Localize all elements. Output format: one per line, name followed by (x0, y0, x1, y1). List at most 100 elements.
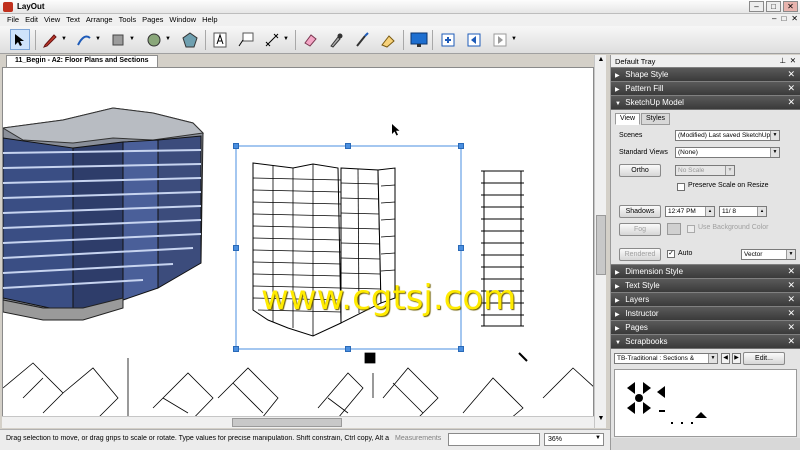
polygon-tool[interactable] (180, 29, 200, 50)
label-tool[interactable] (236, 29, 256, 50)
tab-view[interactable]: View (615, 113, 641, 125)
doc-restore-button[interactable]: □ (781, 14, 786, 23)
chevron-down-icon[interactable]: ▼ (283, 36, 289, 42)
auto-render-checkbox[interactable]: ✓ (667, 250, 675, 258)
presentation-tool[interactable] (409, 29, 429, 50)
fog-button[interactable]: Fog (619, 223, 661, 236)
previous-scrapbook-icon[interactable]: ◀ (721, 353, 730, 364)
menu-pages[interactable]: Pages (139, 14, 166, 26)
chevron-down-icon[interactable]: ▼ (129, 36, 135, 42)
split-tool[interactable] (352, 29, 372, 50)
time-field[interactable]: 12:47 PM ▴ (665, 206, 715, 217)
horizontal-scroll-thumb[interactable] (232, 418, 342, 427)
resize-handle-left[interactable] (233, 245, 239, 251)
menu-edit[interactable]: Edit (22, 14, 41, 26)
chevron-down-icon[interactable]: ▼ (595, 435, 601, 441)
tab-styles[interactable]: Styles (641, 113, 671, 125)
panel-close-icon[interactable]: ✕ (787, 308, 795, 319)
document-tab[interactable]: 11_Begin - A2: Floor Plans and Sections (6, 55, 158, 67)
doc-close-button[interactable]: ✕ (791, 14, 798, 23)
standard-views-select[interactable]: (None) ▼ (675, 147, 780, 158)
menu-text[interactable]: Text (63, 14, 83, 26)
rendered-button[interactable]: Rendered (619, 248, 661, 261)
edit-scrapbook-button[interactable]: Edit... (743, 352, 785, 365)
chevron-down-icon[interactable]: ▼ (165, 36, 171, 42)
minimize-button[interactable]: – (749, 1, 764, 12)
scenes-select[interactable]: (Modified) Last saved SketchUp ▼ (675, 130, 780, 141)
horizontal-scrollbar[interactable] (2, 416, 594, 428)
doc-minimize-button[interactable]: – (772, 14, 776, 23)
chevron-down-icon[interactable]: ▼ (770, 131, 779, 140)
panel-pattern-fill[interactable]: ▶ Pattern Fill ✕ (611, 81, 800, 95)
eyedropper-tool[interactable] (326, 29, 346, 50)
text-tool[interactable] (210, 29, 230, 50)
chevron-down-icon[interactable]: ▼ (61, 36, 67, 42)
panel-dimension-style[interactable]: ▶ Dimension Style ✕ (611, 264, 800, 278)
chevron-down-icon[interactable]: ▼ (786, 250, 795, 259)
tray-close-icon[interactable]: ✕ (790, 56, 796, 65)
select-tool[interactable] (10, 29, 30, 50)
chevron-down-icon[interactable]: ▼ (708, 354, 717, 363)
menu-help[interactable]: Help (199, 14, 220, 26)
vertical-scroll-thumb[interactable] (596, 215, 606, 275)
add-page-tool[interactable] (438, 29, 458, 50)
close-button[interactable]: ✕ (783, 1, 798, 12)
menu-window[interactable]: Window (166, 14, 199, 26)
arc-tool[interactable]: ▼ (74, 29, 101, 50)
resize-handle-top[interactable] (345, 143, 351, 149)
scroll-up-icon[interactable]: ▲ (596, 56, 606, 66)
panel-layers[interactable]: ▶ Layers ✕ (611, 292, 800, 306)
resize-handle-bottom[interactable] (345, 346, 351, 352)
menu-tools[interactable]: Tools (116, 14, 140, 26)
previous-page-tool[interactable] (464, 29, 484, 50)
resize-handle-top-left[interactable] (233, 143, 239, 149)
drawing-canvas[interactable]: www.cgtsj.com (2, 67, 594, 428)
measurements-input[interactable] (448, 433, 540, 446)
stepper-icon[interactable]: ▴ (705, 207, 714, 216)
scroll-down-icon[interactable]: ▼ (596, 415, 606, 425)
next-page-tool[interactable]: ▼ (490, 29, 517, 50)
ortho-button[interactable]: Ortho (619, 164, 661, 177)
resize-handle-top-right[interactable] (458, 143, 464, 149)
panel-text-style[interactable]: ▶ Text Style ✕ (611, 278, 800, 292)
panel-sketchup-model[interactable]: ▼ SketchUp Model ✕ (611, 95, 800, 109)
panel-close-icon[interactable]: ✕ (787, 336, 795, 347)
panel-close-icon[interactable]: ✕ (787, 294, 795, 305)
render-mode-select[interactable]: Vector ▼ (741, 249, 796, 260)
panel-instructor[interactable]: ▶ Instructor ✕ (611, 306, 800, 320)
menu-view[interactable]: View (41, 14, 63, 26)
stepper-icon[interactable]: ▴ (757, 207, 766, 216)
shadows-button[interactable]: Shadows (619, 205, 661, 218)
panel-close-icon[interactable]: ✕ (787, 97, 795, 108)
dimension-tool[interactable]: ▼ (262, 29, 289, 50)
panel-shape-style[interactable]: ▶ Shape Style ✕ (611, 67, 800, 81)
menu-file[interactable]: File (4, 14, 22, 26)
preserve-scale-checkbox[interactable] (677, 183, 685, 191)
join-tool[interactable] (378, 29, 398, 50)
pencil-tool[interactable]: ▼ (40, 29, 67, 50)
panel-close-icon[interactable]: ✕ (787, 280, 795, 291)
zoom-select[interactable]: 36% ▼ (544, 433, 604, 446)
next-scrapbook-icon[interactable]: ▶ (732, 353, 741, 364)
scrapbook-preview[interactable] (614, 369, 797, 437)
eraser-tool[interactable] (300, 29, 320, 50)
resize-handle-bottom-left[interactable] (233, 346, 239, 352)
pin-icon[interactable]: ⊥ (779, 56, 786, 65)
panel-scrapbooks[interactable]: ▼ Scrapbooks ✕ (611, 334, 800, 348)
vertical-scrollbar[interactable]: ▲ ▼ (594, 55, 606, 428)
resize-handle-bottom-right[interactable] (458, 346, 464, 352)
panel-close-icon[interactable]: ✕ (787, 322, 795, 333)
panel-pages[interactable]: ▶ Pages ✕ (611, 320, 800, 334)
date-field[interactable]: 11/ 8 ▴ (719, 206, 767, 217)
maximize-button[interactable]: □ (766, 1, 781, 12)
scrapbook-select[interactable]: TB-Traditional : Sections & ▼ (614, 353, 718, 364)
menu-arrange[interactable]: Arrange (83, 14, 116, 26)
chevron-down-icon[interactable]: ▼ (95, 36, 101, 42)
resize-handle-right[interactable] (458, 245, 464, 251)
panel-close-icon[interactable]: ✕ (787, 69, 795, 80)
chevron-down-icon[interactable]: ▼ (511, 36, 517, 42)
panel-close-icon[interactable]: ✕ (787, 83, 795, 94)
panel-close-icon[interactable]: ✕ (787, 266, 795, 277)
circle-tool[interactable]: ▼ (144, 29, 171, 50)
chevron-down-icon[interactable]: ▼ (770, 148, 779, 157)
